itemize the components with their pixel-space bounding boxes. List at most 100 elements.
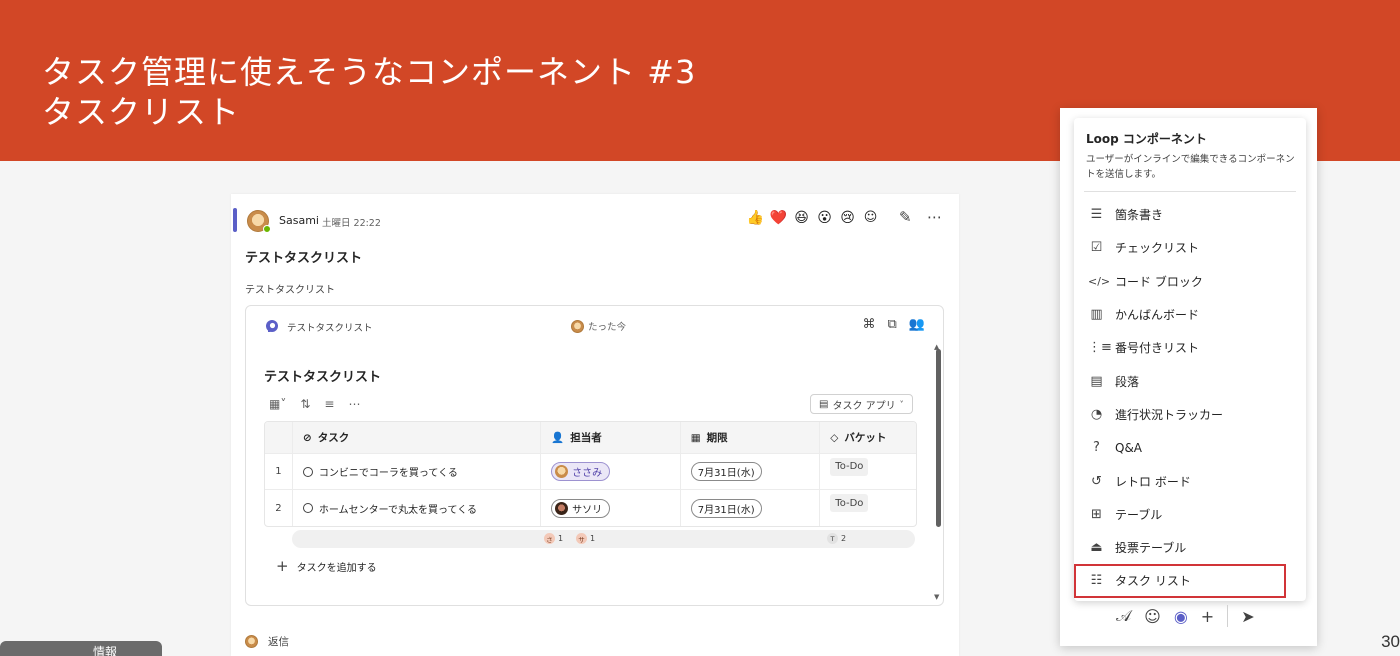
view-grid-icon[interactable]: ▦˅ (269, 397, 286, 411)
corner-tab-label: 情報 (93, 645, 118, 656)
qa-icon: ? (1093, 440, 1100, 456)
bucket-tag[interactable]: To-Do (830, 457, 869, 476)
due-date-cell[interactable]: 7月31日(水) (681, 490, 821, 526)
menu-item-qa[interactable]: ? Q&A (1074, 431, 1306, 464)
message-body: テストタスクリスト (245, 285, 335, 296)
vertical-scrollbar[interactable] (936, 349, 941, 527)
add-task-button[interactable]: + タスクを追加する (276, 557, 377, 575)
menu-item-voting-table[interactable]: ⏏ 投票テーブル (1074, 531, 1306, 564)
due-date-pill[interactable]: 7月31日(水) (690, 462, 762, 481)
add-reaction-icon[interactable]: ☺ (862, 209, 879, 226)
menu-description: ユーザーがインラインで編集できるコンポーネントを送信します。 (1086, 154, 1295, 180)
task-cell[interactable]: ホームセンターで丸太を買ってくる (293, 490, 542, 526)
more-options-icon[interactable]: ⋯ (927, 208, 942, 226)
assignee-summary: サ 1 (576, 533, 595, 544)
sad-reaction-icon[interactable]: 😢 (839, 209, 856, 226)
bucket-tag[interactable]: To-Do (830, 494, 869, 512)
task-list-icon: ☷ (1090, 573, 1103, 589)
scroll-down-arrow-icon[interactable]: ▼ (934, 593, 939, 601)
assignee-avatar (555, 465, 569, 478)
due-date-cell[interactable]: 7月31日(水) (681, 454, 821, 489)
numbered-list-icon: ⋮≡ (1088, 340, 1112, 356)
column-header-assignee[interactable]: 👤 担当者 (541, 422, 681, 453)
task-app-button[interactable]: ▤ タスク アプリ ˅ (810, 394, 913, 414)
menu-item-progress-tracker[interactable]: ◔ 進行状況トラッカー (1074, 398, 1306, 431)
bulleted-list-icon: ☰ (1090, 207, 1103, 223)
menu-item-retro-board[interactable]: ↺ レトロ ボード (1074, 464, 1306, 497)
bucket-cell[interactable]: To-Do (820, 454, 916, 489)
slide-page-number: 30 (1381, 632, 1400, 651)
laugh-reaction-icon[interactable]: 😆 (793, 209, 810, 226)
plus-icon[interactable]: + (1201, 607, 1214, 626)
last-edited: たった今 (571, 319, 626, 333)
task-list-toolbar: ▦˅ ⇅ ≡ ⋯ (269, 397, 360, 411)
loop-logo-icon (266, 320, 278, 332)
copy-link-icon[interactable]: ⧉ (888, 317, 897, 332)
sort-icon[interactable]: ⇅ (300, 397, 310, 411)
row-number: 1 (265, 454, 293, 489)
task-complete-checkbox[interactable] (302, 466, 313, 477)
bucket-cell[interactable]: To-Do (820, 490, 916, 526)
reaction-bar: 👍 ❤️ 😆 😮 😢 ☺ (747, 209, 879, 226)
add-task-label: タスクを追加する (296, 562, 377, 574)
chevron-down-icon: ˅ (899, 399, 904, 409)
column-header-due[interactable]: ▦ 期限 (681, 422, 821, 453)
like-reaction-icon[interactable]: 👍 (747, 209, 764, 226)
menu-item-kanban-board[interactable]: ▥ かんばんボード (1074, 298, 1306, 331)
column-header-task[interactable]: ⊘ タスク (293, 422, 542, 453)
menu-item-numbered-list[interactable]: ⋮≡ 番号付きリスト (1074, 331, 1306, 364)
toolbar-more-icon[interactable]: ⋯ (348, 397, 360, 411)
loop-card-name[interactable]: テストタスクリスト (287, 320, 373, 334)
surprised-reaction-icon[interactable]: 😮 (816, 209, 833, 226)
emoji-icon[interactable]: ☺ (1144, 607, 1161, 626)
row-number: 2 (265, 490, 293, 526)
menu-item-task-list[interactable]: ☷ タスク リスト (1074, 564, 1286, 598)
message-accent-bar (233, 208, 237, 232)
assignee-cell[interactable]: サソリ (541, 490, 681, 526)
task-title[interactable]: コンビニでコーラを買ってくる (319, 464, 458, 479)
loop-task-list-card: テストタスクリスト たった今 ⌘ ⧉ 👥 テストタスクリスト ▦˅ ⇅ ≡ ⋯ … (245, 305, 944, 606)
task-app-label: タスク アプリ (832, 400, 896, 412)
filter-icon[interactable]: ≡ (324, 397, 334, 411)
assignee-pill[interactable]: サソリ (551, 498, 611, 518)
retro-board-icon: ↺ (1091, 473, 1102, 489)
menu-item-checklist[interactable]: ☑ チェックリスト (1074, 231, 1306, 264)
kanban-icon: ▥ (1090, 307, 1103, 323)
format-icon[interactable]: 𝒜 (1116, 606, 1131, 626)
task-list-title[interactable]: テストタスクリスト (264, 366, 381, 385)
share-people-icon[interactable]: 👥 (909, 317, 925, 332)
loop-component-icon[interactable]: ◉ (1174, 607, 1188, 626)
assignee-pill[interactable]: ささみ (551, 462, 611, 481)
components-icon[interactable]: ⌘ (863, 317, 876, 332)
edit-icon[interactable]: ✎ (899, 208, 912, 226)
row-number-header (265, 422, 293, 453)
due-date-pill[interactable]: 7月31日(水) (690, 498, 762, 518)
menu-item-table[interactable]: ⊞ テーブル (1074, 498, 1306, 531)
table-row: 1 コンビニでコーラを買ってくる ささみ 7月31日(水) To-Do (265, 454, 916, 490)
calendar-icon: ▦ (690, 431, 701, 444)
slide-title-line-1: タスク管理に使えそうなコンポーネント #3 (42, 53, 697, 91)
reply-button[interactable]: 返信 (245, 634, 289, 649)
slide-title-line-2: タスクリスト (42, 93, 241, 131)
task-complete-checkbox[interactable] (302, 503, 313, 513)
presence-available-icon (263, 225, 271, 233)
task-cell[interactable]: コンビニでコーラを買ってくる (293, 454, 542, 489)
paragraph-icon: ▤ (1090, 373, 1103, 389)
task-check-icon: ⊘ (302, 431, 312, 444)
menu-item-bulleted-list[interactable]: ☰ 箇条書き (1074, 198, 1306, 231)
corner-tab: 情報 (0, 641, 162, 656)
send-icon[interactable]: ➤ (1241, 607, 1254, 626)
task-title[interactable]: ホームセンターで丸太を買ってくる (319, 501, 477, 516)
heart-reaction-icon[interactable]: ❤️ (770, 209, 787, 226)
voting-table-icon: ⏏ (1090, 540, 1103, 556)
column-header-bucket[interactable]: ◇ バケット (820, 422, 916, 453)
person-icon: 👤 (551, 432, 565, 444)
summary-row: さ 1 サ 1 T 2 (292, 530, 915, 548)
menu-item-code-block[interactable]: </> コード ブロック (1074, 265, 1306, 298)
reply-avatar (245, 635, 258, 648)
loop-component-menu: Loop コンポーネント ユーザーがインラインで編集できるコンポーネントを送信し… (1074, 118, 1306, 601)
sender-name: Sasami (279, 214, 319, 227)
assignee-cell[interactable]: ささみ (541, 454, 681, 489)
table-row: 2 ホームセンターで丸太を買ってくる サソリ 7月31日(水) To-Do (265, 490, 916, 526)
menu-item-paragraph[interactable]: ▤ 段落 (1074, 364, 1306, 397)
